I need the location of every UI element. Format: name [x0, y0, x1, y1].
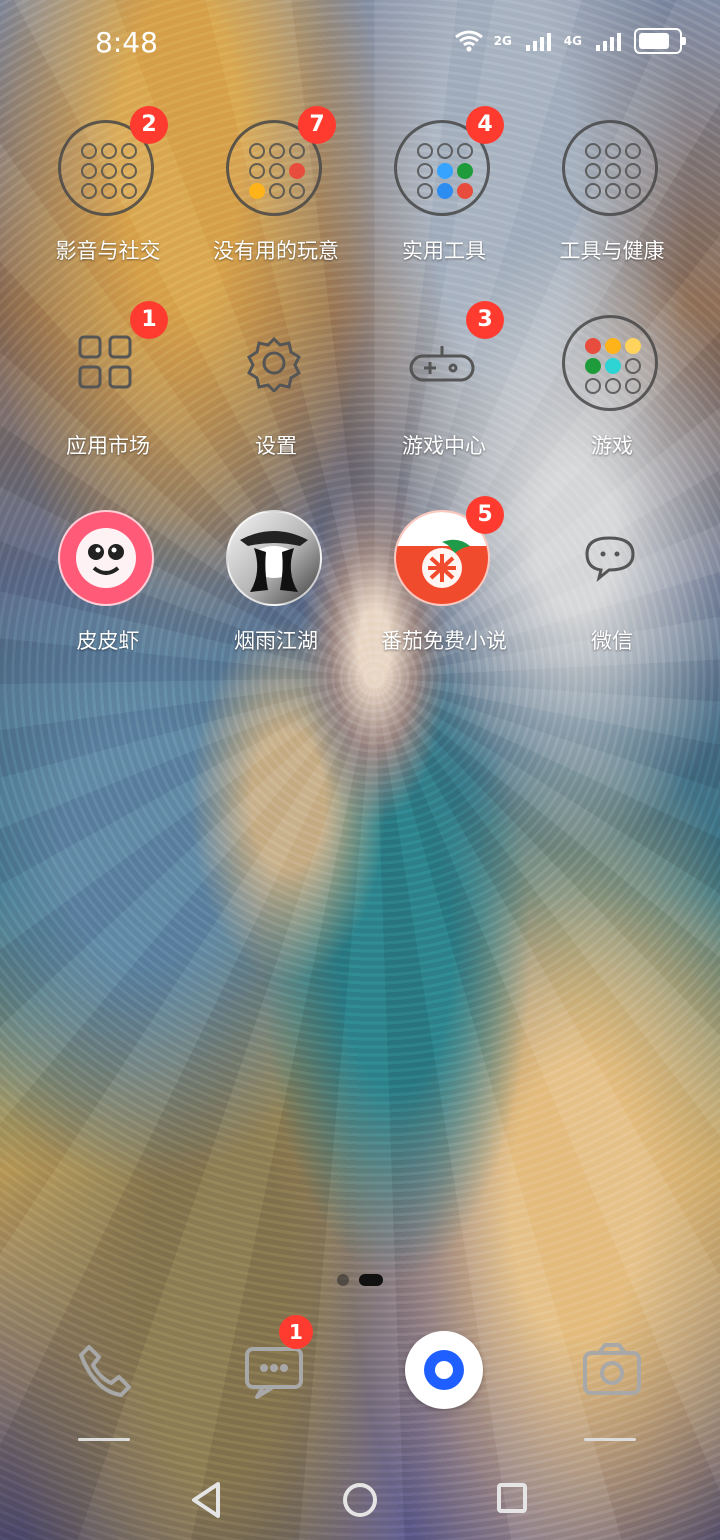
app-label: 皮皮虾 — [76, 629, 140, 653]
recent-apps-icon — [497, 1483, 527, 1513]
fanqie-novel-app[interactable]: 5 番茄免费小说 — [360, 496, 528, 654]
app-label: 应用市场 — [66, 434, 150, 458]
signal-icon — [596, 33, 621, 51]
folder-media-social[interactable]: 2 影音与社交 — [24, 106, 192, 264]
page-dot-active[interactable] — [359, 1274, 383, 1286]
app-market[interactable]: 1 应用市场 — [24, 301, 192, 459]
settings-app[interactable]: 设置 — [192, 315, 360, 459]
badge: 7 — [298, 106, 336, 144]
home-button[interactable] — [340, 1480, 380, 1524]
dock-underline — [584, 1438, 636, 1441]
gear-icon — [226, 315, 322, 411]
page-indicator — [337, 1274, 383, 1286]
badge: 3 — [466, 301, 504, 339]
home-row-3: 皮皮虾 烟雨江湖 5 番茄免费小说 微信 — [0, 496, 720, 680]
status-icons: 2G 4G — [454, 28, 686, 54]
pipixia-icon — [58, 510, 154, 606]
badge: 1 — [279, 1315, 313, 1349]
signal-icon — [525, 33, 551, 51]
chat-bubble-icon — [562, 510, 658, 606]
app-label: 没有用的玩意 — [213, 239, 339, 263]
app-label: 影音与社交 — [55, 239, 161, 263]
network-2g-label: 2G — [493, 34, 512, 48]
phone-icon — [79, 1345, 131, 1397]
character-portrait-icon — [226, 510, 322, 606]
badge: 4 — [466, 106, 504, 144]
folder-icon — [562, 315, 658, 411]
battery-icon — [634, 28, 686, 54]
status-time: 8:48 — [95, 26, 158, 59]
app-label: 烟雨江湖 — [234, 629, 318, 653]
page-dot[interactable] — [337, 1274, 349, 1286]
camera-button[interactable] — [552, 1335, 672, 1409]
phone-button[interactable] — [46, 1335, 166, 1409]
badge: 1 — [130, 301, 168, 339]
browser-button[interactable] — [384, 1331, 504, 1409]
recent-apps-button[interactable] — [494, 1480, 530, 1520]
camera-icon — [583, 1343, 641, 1395]
folder-icon — [562, 120, 658, 216]
network-4g-label: 4G — [563, 34, 582, 48]
wifi-icon — [454, 30, 483, 52]
dock-underline — [78, 1438, 130, 1441]
back-button[interactable] — [188, 1480, 224, 1524]
app-label: 游戏 — [591, 434, 633, 458]
messages-button[interactable]: 1 — [214, 1315, 334, 1405]
pipixia-app[interactable]: 皮皮虾 — [24, 510, 192, 654]
wechat-app[interactable]: 微信 — [528, 510, 696, 654]
games-folder[interactable]: 游戏 — [528, 315, 696, 459]
game-center-app[interactable]: 3 游戏中心 — [360, 301, 528, 459]
badge: 2 — [130, 106, 168, 144]
folder-useless-stuff[interactable]: 7 没有用的玩意 — [192, 106, 360, 264]
home-icon — [343, 1483, 377, 1517]
folder-utilities[interactable]: 4 实用工具 — [360, 106, 528, 264]
app-label: 工具与健康 — [559, 239, 665, 263]
app-label: 番茄免费小说 — [381, 629, 507, 653]
home-row-1: 2 影音与社交 7 没有用的玩意 4 实用工具 工具与健康 — [0, 106, 720, 290]
badge: 5 — [466, 496, 504, 534]
status-bar: 8:48 2G 4G — [0, 22, 720, 68]
navigation-bar — [0, 1468, 720, 1540]
yanyu-jianghu-app[interactable]: 烟雨江湖 — [192, 510, 360, 654]
dock: 1 — [0, 1315, 720, 1445]
app-label: 设置 — [255, 434, 297, 458]
app-label: 实用工具 — [402, 239, 486, 263]
folder-tools-health[interactable]: 工具与健康 — [528, 120, 696, 264]
browser-icon — [405, 1331, 483, 1409]
back-icon — [192, 1482, 220, 1518]
app-label: 游戏中心 — [402, 434, 486, 458]
app-label: 微信 — [591, 629, 633, 653]
home-row-2: 1 应用市场 设置 3 游戏中心 游戏 — [0, 301, 720, 485]
